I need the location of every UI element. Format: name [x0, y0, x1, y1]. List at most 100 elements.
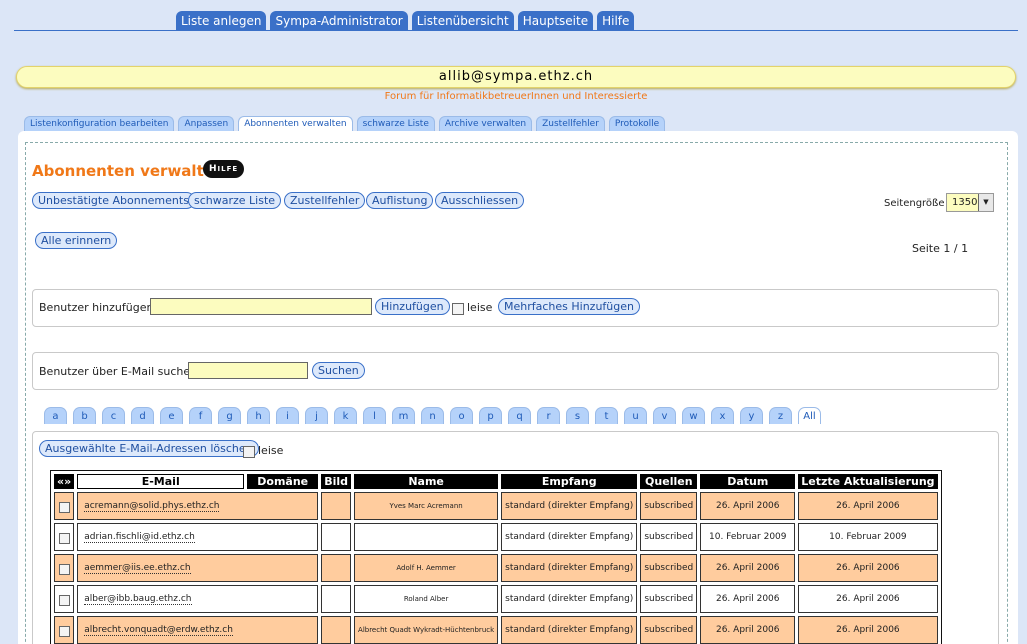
- list-address: allib@sympa.ethz.ch: [16, 66, 1016, 88]
- row-select-cell: [54, 616, 75, 644]
- alpha-tab-k[interactable]: k: [334, 407, 357, 424]
- name-header[interactable]: Name: [354, 474, 499, 489]
- row-checkbox[interactable]: [58, 595, 70, 606]
- email-header[interactable]: E-Mail: [77, 474, 245, 489]
- date-cell: 26. April 2006: [700, 616, 796, 644]
- unconfirmed-subscriptions-button[interactable]: Unbestätigte Abonnements: [32, 192, 195, 209]
- alpha-tab-q[interactable]: q: [508, 407, 531, 424]
- alpha-tab-v[interactable]: v: [653, 407, 676, 424]
- subtab-blacklist[interactable]: schwarze Liste: [356, 116, 435, 132]
- reception-cell: standard (direkter Empfang): [501, 616, 638, 644]
- subtab-logs[interactable]: Protokolle: [608, 116, 666, 132]
- name-cell: Yves Marc Acremann: [354, 492, 499, 520]
- alpha-tab-g[interactable]: g: [218, 407, 241, 424]
- subtab-archives[interactable]: Archive verwalten: [438, 116, 533, 132]
- update-cell: 26. April 2006: [798, 616, 938, 644]
- subscriber-email-link[interactable]: albrecht.vonquadt@erdw.ethz.ch: [84, 625, 233, 636]
- alpha-tab-j[interactable]: j: [305, 407, 328, 424]
- alpha-tab-t[interactable]: t: [595, 407, 618, 424]
- tab-liste-anlegen[interactable]: Liste anlegen: [176, 11, 267, 31]
- reception-cell: standard (direkter Empfang): [501, 523, 638, 551]
- email-cell: albrecht.vonquadt@erdw.ethz.ch: [77, 616, 319, 644]
- alpha-tab-u[interactable]: u: [624, 407, 647, 424]
- tab-listenuebersicht[interactable]: Listenübersicht: [411, 11, 514, 31]
- date-cell: 10. Februar 2009: [700, 523, 796, 551]
- alpha-tab-a[interactable]: a: [44, 407, 67, 424]
- subtab-config[interactable]: Listenkonfiguration bearbeiten: [24, 116, 175, 132]
- alpha-tab-m[interactable]: m: [392, 407, 415, 424]
- row-checkbox[interactable]: [58, 533, 70, 544]
- sources-header[interactable]: Quellen: [640, 474, 698, 489]
- alpha-tab-f[interactable]: f: [189, 407, 212, 424]
- email-cell: adrian.fischli@id.ethz.ch: [77, 523, 319, 551]
- domain-header[interactable]: Domäne: [247, 474, 319, 489]
- subscriber-email-link[interactable]: adrian.fischli@id.ethz.ch: [84, 532, 195, 543]
- remind-all-button[interactable]: Alle erinnern: [35, 232, 118, 249]
- alpha-tab-y[interactable]: y: [740, 407, 763, 424]
- blacklist-button[interactable]: schwarze Liste: [188, 192, 282, 209]
- help-badge-text: HILFE: [209, 164, 239, 174]
- alpha-tab-d[interactable]: d: [131, 407, 154, 424]
- select-toggle-header[interactable]: «»: [54, 474, 75, 489]
- page-size-label: Seitengröße: [884, 198, 945, 209]
- alpha-tab-z[interactable]: z: [769, 407, 792, 424]
- subtab-bounces[interactable]: Zustellfehler: [536, 116, 605, 132]
- alpha-tab-n[interactable]: n: [421, 407, 444, 424]
- subscriber-email-link[interactable]: aemmer@iis.ee.ethz.ch: [84, 563, 191, 574]
- alpha-tab-e[interactable]: e: [160, 407, 183, 424]
- row-checkbox[interactable]: [58, 564, 70, 575]
- table-row: albrecht.vonquadt@erdw.ethz.ch Albrecht Q…: [54, 616, 938, 644]
- subtab-subscribers[interactable]: Abonnenten verwalten: [238, 116, 353, 132]
- add-user-button[interactable]: Hinzufügen: [375, 298, 450, 315]
- date-header[interactable]: Datum: [700, 474, 796, 489]
- delete-selected-button[interactable]: Ausgewählte E-Mail-Adressen löschen: [39, 440, 259, 457]
- search-input[interactable]: [188, 362, 308, 379]
- alpha-tab-s[interactable]: s: [566, 407, 589, 424]
- update-cell: 26. April 2006: [798, 492, 938, 520]
- subtab-customize[interactable]: Anpassen: [178, 116, 235, 132]
- listing-button[interactable]: Auflistung: [366, 192, 434, 209]
- alphabet-filter: a b c d e f g h i j k l m n o p q r s t u v w x y z All: [44, 407, 821, 424]
- tab-hilfe[interactable]: Hilfe: [597, 11, 635, 31]
- exclude-button[interactable]: Ausschliessen: [435, 192, 525, 209]
- alpha-tab-p[interactable]: p: [479, 407, 502, 424]
- page-size-value: 1350: [952, 197, 978, 208]
- row-select-cell: [54, 554, 75, 582]
- row-select-cell: [54, 585, 75, 613]
- page-size-select[interactable]: 1350 ▼: [946, 193, 994, 212]
- subscriber-email-link[interactable]: acremann@solid.phys.ethz.ch: [84, 501, 220, 512]
- pagination-text: Seite 1 / 1: [912, 242, 969, 255]
- alpha-tab-o[interactable]: o: [450, 407, 473, 424]
- alpha-tab-all[interactable]: All: [798, 407, 821, 424]
- reception-header[interactable]: Empfang: [501, 474, 638, 489]
- add-quiet-checkbox[interactable]: [452, 303, 464, 315]
- add-user-input[interactable]: [150, 298, 372, 315]
- last-update-header[interactable]: Letzte Aktualisierung: [798, 474, 938, 489]
- name-cell: Albrecht Quadt Wykradt-Hüchtenbruck: [354, 616, 499, 644]
- delete-quiet-checkbox[interactable]: [243, 446, 255, 458]
- row-checkbox[interactable]: [58, 626, 70, 637]
- alpha-tab-x[interactable]: x: [711, 407, 734, 424]
- alpha-tab-h[interactable]: h: [247, 407, 270, 424]
- alpha-tab-i[interactable]: i: [276, 407, 299, 424]
- bounces-button[interactable]: Zustellfehler: [284, 192, 366, 209]
- subscriber-email-link[interactable]: alber@ibb.baug.ethz.ch: [84, 594, 192, 605]
- update-cell: 26. April 2006: [798, 585, 938, 613]
- alpha-tab-r[interactable]: r: [537, 407, 560, 424]
- search-button[interactable]: Suchen: [312, 362, 365, 379]
- alpha-tab-l[interactable]: l: [363, 407, 386, 424]
- sources-cell: subscribed: [640, 492, 698, 520]
- table-row: alber@ibb.baug.ethz.ch Roland Alber standa…: [54, 585, 938, 613]
- alpha-tab-w[interactable]: w: [682, 407, 705, 424]
- alpha-tab-b[interactable]: b: [73, 407, 96, 424]
- email-cell: aemmer@iis.ee.ethz.ch: [77, 554, 319, 582]
- page-title: Abonnenten verwalten: [32, 162, 225, 180]
- tab-hauptseite[interactable]: Hauptseite: [517, 11, 594, 31]
- picture-cell: [321, 585, 352, 613]
- multi-add-button[interactable]: Mehrfaches Hinzufügen: [498, 298, 640, 315]
- row-checkbox[interactable]: [58, 502, 70, 513]
- add-user-label: Benutzer hinzufügen:: [39, 301, 158, 314]
- help-badge[interactable]: HILFE: [203, 160, 245, 178]
- tab-sympa-administrator[interactable]: Sympa-Administrator: [270, 11, 408, 31]
- alpha-tab-c[interactable]: c: [102, 407, 125, 424]
